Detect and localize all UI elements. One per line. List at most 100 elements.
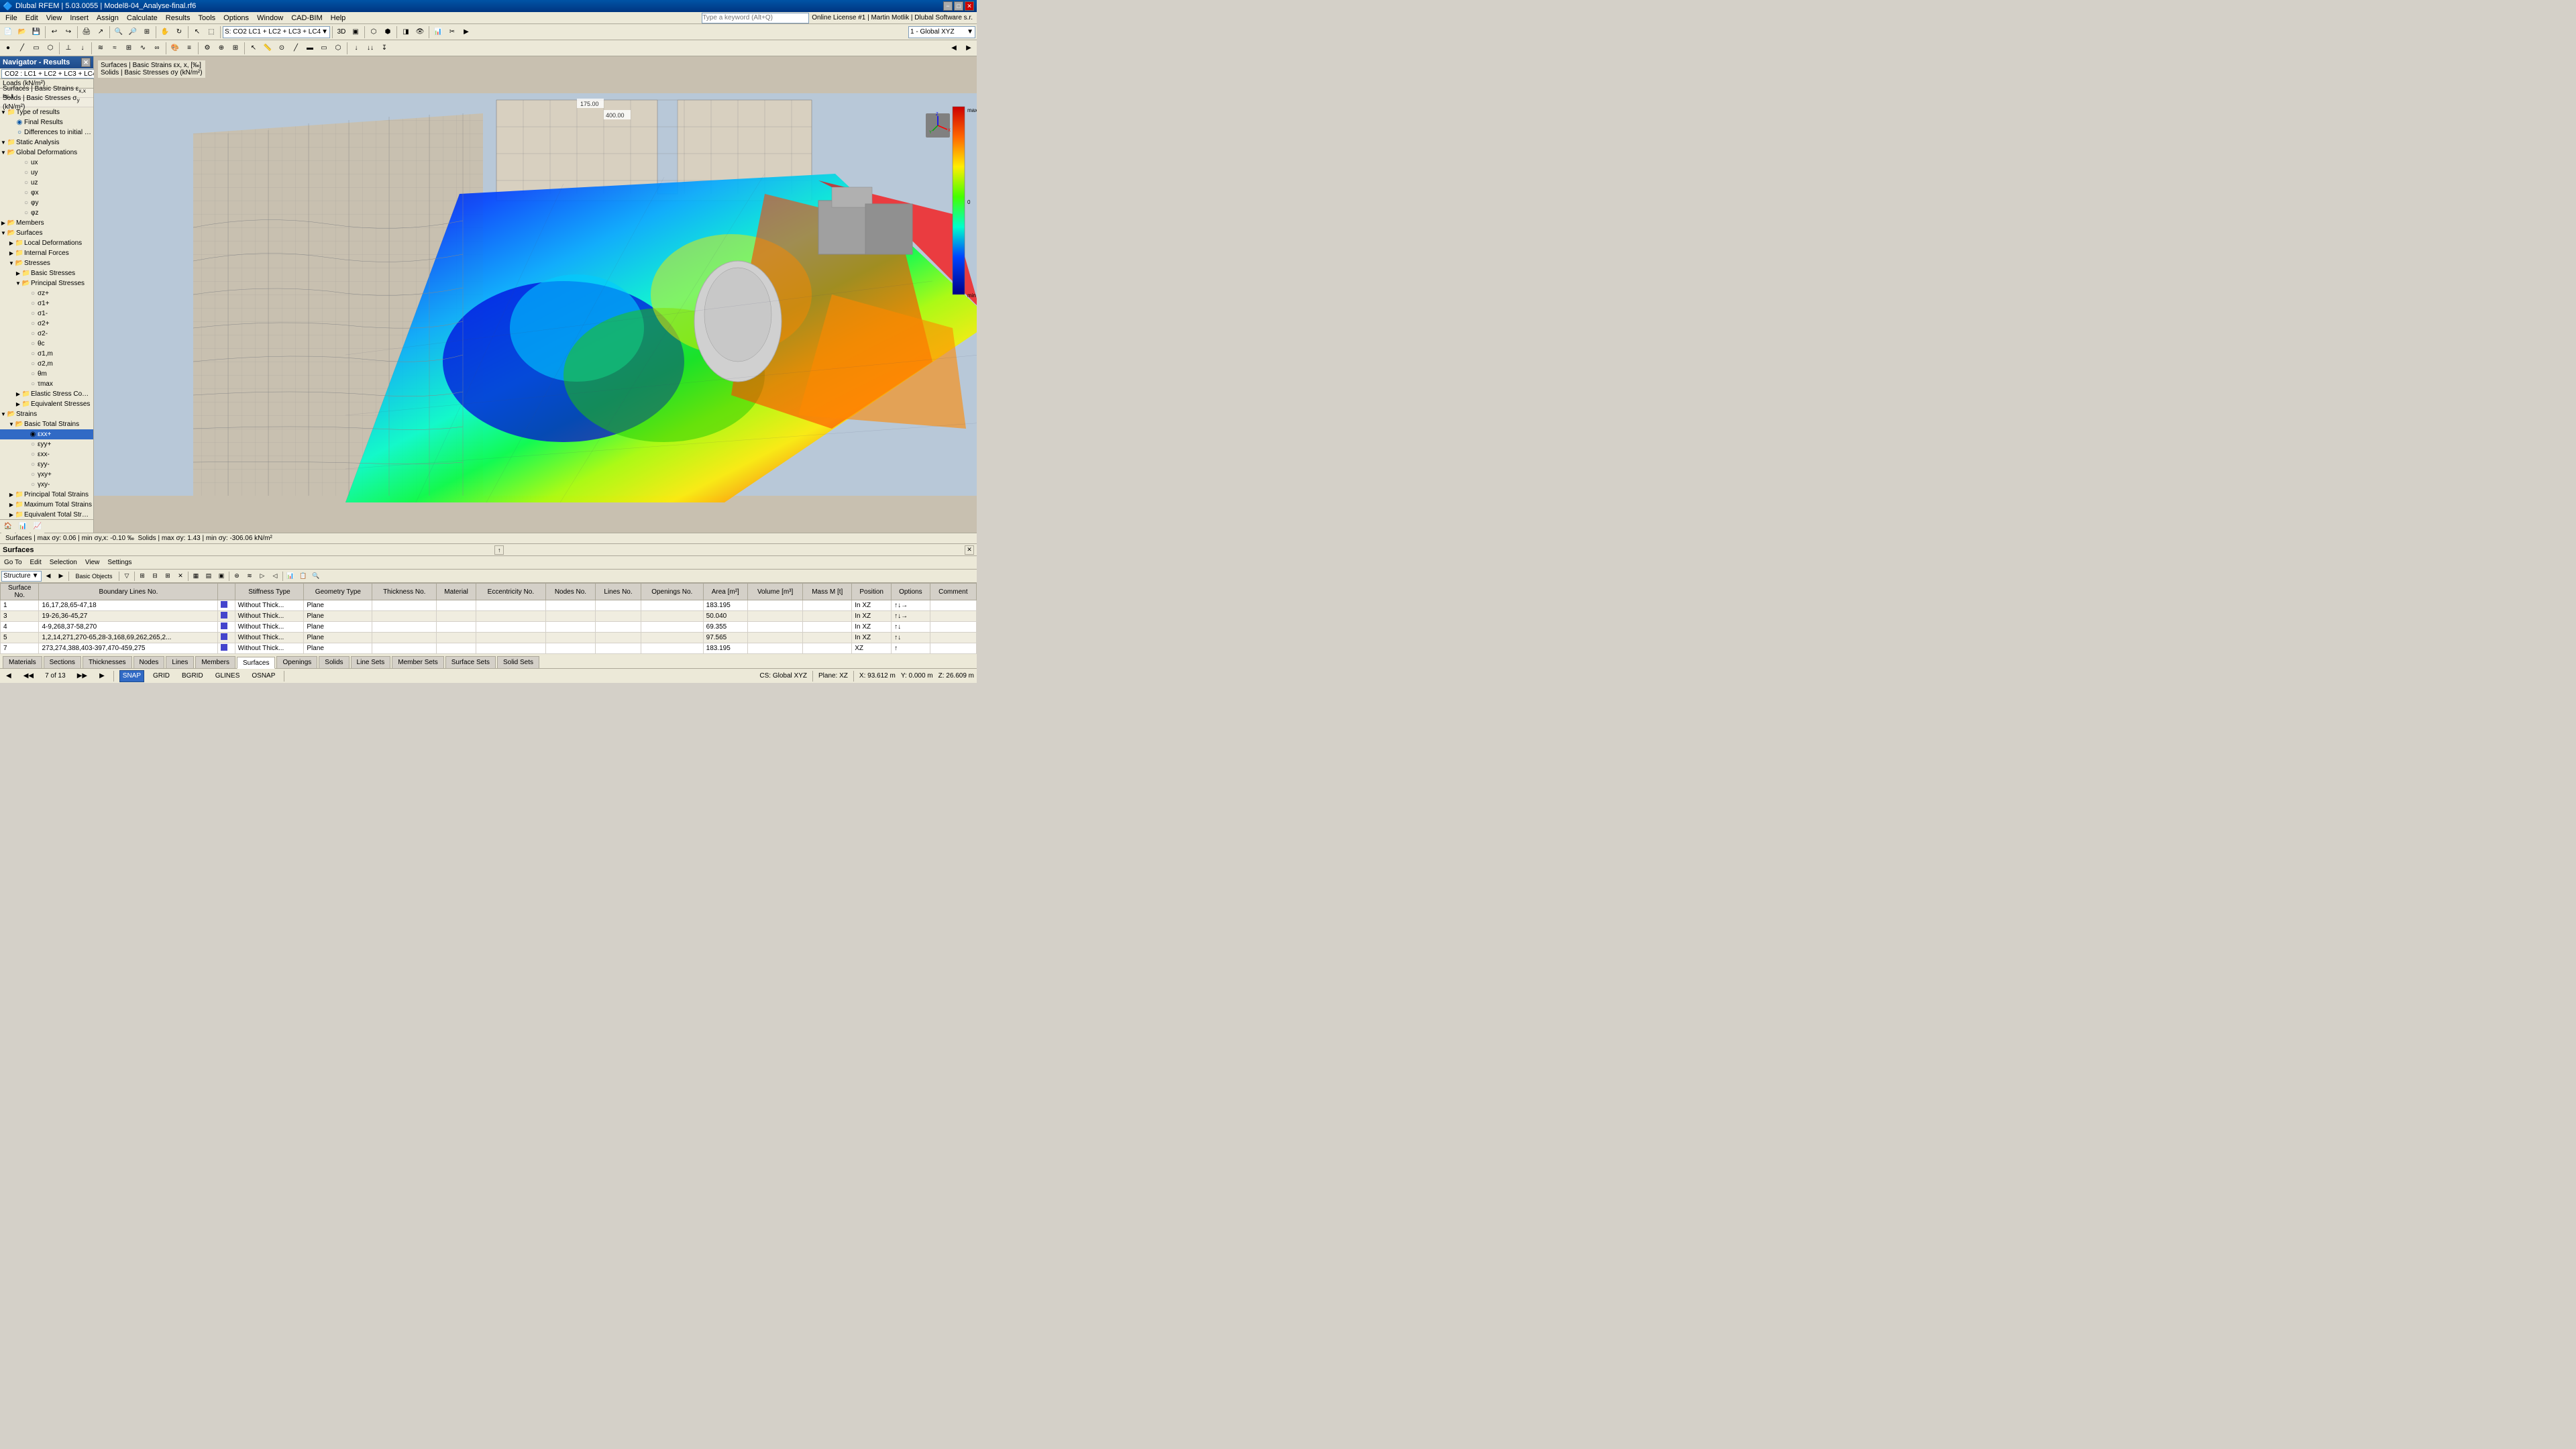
- tb-print[interactable]: 🖨: [80, 25, 93, 39]
- nav-ux[interactable]: ○ ux: [0, 158, 93, 168]
- nav-sigma-2-minus[interactable]: ○ σ2-: [0, 329, 93, 339]
- tb-zoom-out[interactable]: 🔎: [126, 25, 140, 39]
- surf-type-dropdown[interactable]: Structure ▼: [1, 571, 42, 582]
- menu-edit[interactable]: Edit: [21, 12, 42, 23]
- close-button[interactable]: ✕: [965, 1, 974, 11]
- surf-tb-prev[interactable]: ◀: [42, 571, 54, 582]
- surf-tb-icon3[interactable]: ⊞: [162, 571, 174, 582]
- tb2-member[interactable]: ▬: [303, 42, 317, 55]
- nav-basic-stresses[interactable]: ▶ 📁 Basic Stresses: [0, 268, 93, 278]
- tb-redo[interactable]: ↪: [62, 25, 75, 39]
- nav-sigma-z-plus[interactable]: ○ σz+: [0, 288, 93, 299]
- tb2-global-def[interactable]: ≋: [94, 42, 107, 55]
- nav-uz[interactable]: ○ uz: [0, 178, 93, 188]
- nav-static-analysis[interactable]: ▼ 📁 Static Analysis: [0, 138, 93, 148]
- navigator-close[interactable]: ✕: [81, 58, 91, 67]
- nav-eyy-plus[interactable]: ○ εyy+: [0, 439, 93, 449]
- tab-solid-sets[interactable]: Solid Sets: [497, 656, 539, 668]
- tab-sections[interactable]: Sections: [44, 656, 81, 668]
- tb2-next[interactable]: ▶: [962, 42, 975, 55]
- tb-move[interactable]: ✋: [158, 25, 172, 39]
- menu-window[interactable]: Window: [253, 12, 287, 23]
- nav-exx-minus[interactable]: ○ εxx-: [0, 449, 93, 460]
- tb-front[interactable]: ▣: [349, 25, 362, 39]
- tab-solids[interactable]: Solids: [319, 656, 349, 668]
- tb2-load-area[interactable]: ↧: [378, 42, 391, 55]
- tb2-load-line[interactable]: ↓↓: [364, 42, 377, 55]
- tb2-loads[interactable]: ↓: [76, 42, 89, 55]
- tab-openings[interactable]: Openings: [276, 656, 317, 668]
- surf-tb-filter[interactable]: ▽: [121, 571, 133, 582]
- nav-final-results[interactable]: ◉ Final Results: [0, 117, 93, 127]
- minimize-button[interactable]: −: [943, 1, 953, 11]
- surf-tb-col2[interactable]: ▤: [203, 571, 215, 582]
- surf-tb-icon6[interactable]: 📋: [297, 571, 309, 582]
- bgrid-button[interactable]: BGRID: [178, 670, 207, 682]
- nav-exx-plus[interactable]: ◉ εxx+: [0, 429, 93, 439]
- nav-project-icon[interactable]: 🏠: [1, 520, 15, 533]
- table-row[interactable]: 7273,274,388,403-397,470-459,275Without …: [1, 643, 977, 654]
- tb-render-mode[interactable]: ◨: [399, 25, 413, 39]
- tb-open[interactable]: 📂: [15, 25, 29, 39]
- surf-menu-selection[interactable]: Selection: [47, 556, 80, 569]
- tb-select[interactable]: ↖: [191, 25, 204, 39]
- tb2-local-def[interactable]: ≈: [108, 42, 121, 55]
- nav-sigma-1-plus[interactable]: ○ σ1+: [0, 299, 93, 309]
- tb-result-diagram[interactable]: 📊: [431, 25, 445, 39]
- nav-gamma-plus[interactable]: ○ γxy+: [0, 470, 93, 480]
- tab-thicknesses[interactable]: Thicknesses: [83, 656, 132, 668]
- tb2-surface2[interactable]: ▭: [317, 42, 331, 55]
- tb-section-cut[interactable]: ✂: [445, 25, 459, 39]
- tb2-snap[interactable]: ⊕: [215, 42, 228, 55]
- tb-wire[interactable]: ⬡: [367, 25, 380, 39]
- nav-sigma-2-plus[interactable]: ○ σ2+: [0, 319, 93, 329]
- surf-tb-icon4[interactable]: ✕: [174, 571, 186, 582]
- tab-members[interactable]: Members: [195, 656, 235, 668]
- snap-button[interactable]: SNAP: [119, 670, 144, 682]
- tb2-iso-lines[interactable]: ≡: [182, 42, 196, 55]
- tab-materials[interactable]: Materials: [3, 656, 42, 668]
- title-bar-controls[interactable]: − □ ✕: [943, 1, 974, 11]
- nav-phi-z[interactable]: ○ φz: [0, 208, 93, 218]
- surf-tb-col1[interactable]: ▦: [190, 571, 202, 582]
- menu-calculate[interactable]: Calculate: [123, 12, 162, 23]
- osnap-button[interactable]: OSNAP: [248, 670, 278, 682]
- surf-tb-icon1[interactable]: ⊞: [136, 571, 148, 582]
- nav-diff-initial[interactable]: ○ Differences to initial state: [0, 127, 93, 138]
- tab-surface-sets[interactable]: Surface Sets: [445, 656, 496, 668]
- nav-sigma-2m[interactable]: ○ σ2,m: [0, 359, 93, 369]
- surf-tb-more2[interactable]: ≋: [244, 571, 256, 582]
- tb2-grid[interactable]: ⊞: [229, 42, 242, 55]
- tb2-nodes[interactable]: ●: [1, 42, 15, 55]
- nav-surfaces[interactable]: ▼ 📂 Surfaces: [0, 228, 93, 238]
- nav-equiv-stresses[interactable]: ▶ 📁 Equivalent Stresses: [0, 399, 93, 409]
- menu-cad-bim[interactable]: CAD-BIM: [287, 12, 326, 23]
- tb-display[interactable]: 👁: [413, 25, 427, 39]
- nav-phi-x[interactable]: ○ φx: [0, 188, 93, 198]
- viewport[interactable]: 175.00 400.00 m: [94, 56, 977, 533]
- menu-file[interactable]: File: [1, 12, 21, 23]
- tb2-strains[interactable]: ∞: [150, 42, 164, 55]
- tb-box-select[interactable]: ⬚: [205, 25, 218, 39]
- loadcase-dropdown[interactable]: S: CO2 LC1 + LC2 + LC3 + LC4 ▼: [223, 26, 330, 38]
- nav-last-button[interactable]: ▶▶: [74, 670, 91, 682]
- surf-menu-goto[interactable]: Go To: [1, 556, 25, 569]
- tb-animate[interactable]: ▶: [460, 25, 473, 39]
- table-row[interactable]: 51,2,14,271,270-65,28-3,168,69,262,265,2…: [1, 633, 977, 643]
- tb-zoom-in[interactable]: 🔍: [112, 25, 125, 39]
- surf-tb-more1[interactable]: ⊛: [231, 571, 243, 582]
- surf-tb-more3[interactable]: ▷: [256, 571, 268, 582]
- surfaces-maximize-button[interactable]: ↑: [494, 545, 504, 555]
- menu-help[interactable]: Help: [327, 12, 350, 23]
- tb-solid[interactable]: ⬢: [381, 25, 394, 39]
- tb-new[interactable]: 📄: [1, 25, 15, 39]
- nav-next-button[interactable]: ▶: [96, 670, 108, 682]
- nav-tau-max[interactable]: ○ τmax: [0, 379, 93, 389]
- surf-tb-basic-objects[interactable]: Basic Objects: [70, 571, 117, 582]
- tb2-settings[interactable]: ⚙: [201, 42, 214, 55]
- nav-max-total[interactable]: ▶ 📁 Maximum Total Strains: [0, 500, 93, 510]
- surf-tb-next[interactable]: ▶: [55, 571, 67, 582]
- table-row[interactable]: 116,17,28,65-47,18Without Thick...Plane1…: [1, 600, 977, 611]
- menu-assign[interactable]: Assign: [93, 12, 123, 23]
- view-dropdown[interactable]: 1 - Global XYZ ▼: [908, 26, 975, 38]
